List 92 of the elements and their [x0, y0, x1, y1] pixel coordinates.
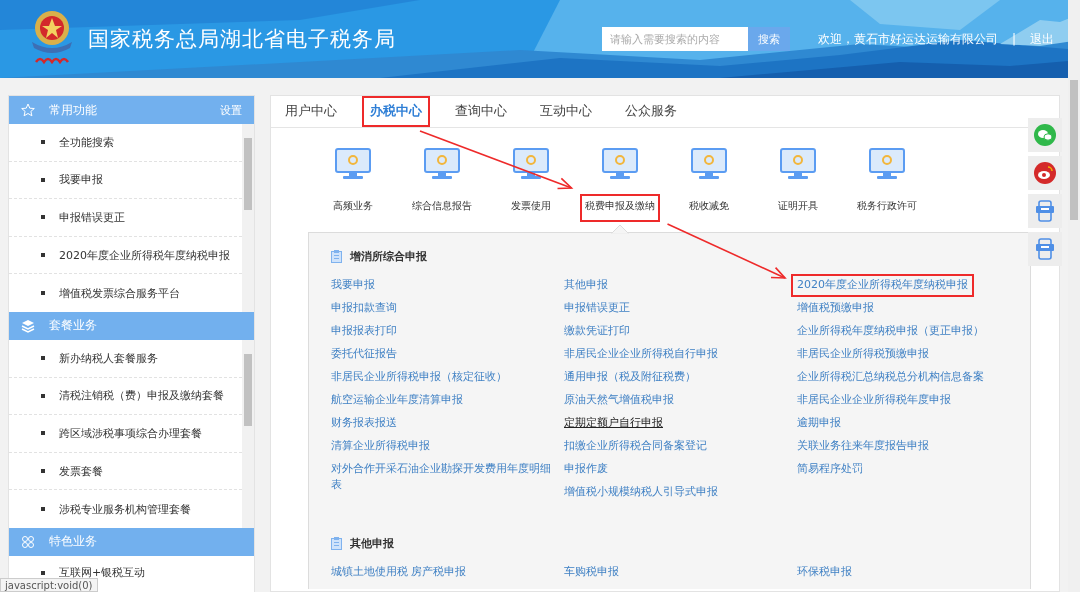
bullet-icon [41, 140, 45, 145]
tab[interactable]: 互动中心 [532, 96, 600, 127]
service-link[interactable]: 企业所得税年度纳税申报（更正申报） [797, 320, 984, 343]
weibo-button[interactable] [1028, 156, 1062, 190]
category-label[interactable]: 高频业务 [327, 194, 378, 222]
app-button[interactable] [1028, 194, 1062, 228]
service-link[interactable]: 企业所得税汇总纳税总分机构信息备案 [797, 366, 984, 389]
bullet-icon [41, 291, 45, 296]
category-label[interactable]: 综合信息报告 [406, 194, 477, 222]
bullet-icon [41, 215, 45, 220]
monitor-icon[interactable] [512, 148, 549, 180]
section-header[interactable]: 套餐业务 [9, 311, 254, 340]
category-label[interactable]: 税收减免 [683, 194, 734, 222]
service-link[interactable]: 财务报表报送 [331, 412, 397, 435]
weibo-icon [1034, 162, 1056, 184]
service-link[interactable]: 其他申报 [564, 274, 608, 297]
tab[interactable]: 办税中心 [362, 96, 430, 127]
tab[interactable]: 公众服务 [617, 96, 685, 127]
monitor-icon[interactable] [334, 148, 371, 180]
service-link[interactable]: 非居民企业企业所得税自行申报 [564, 343, 718, 366]
service-link[interactable]: 通用申报（税及附征税费） [564, 366, 696, 389]
service-link[interactable]: 简易程序处罚 [797, 458, 863, 481]
bullet-icon [41, 570, 45, 575]
scrollbar[interactable] [242, 339, 254, 528]
service-link[interactable]: 车购税申报 [564, 561, 619, 584]
grid-icon [21, 534, 35, 549]
settings-link[interactable]: 设置 [220, 102, 242, 118]
search-button[interactable]: 搜索 [747, 27, 790, 51]
service-link[interactable]: 原油天然气增值税申报 [564, 389, 674, 412]
service-link[interactable]: 扣缴企业所得税合同备案登记 [564, 435, 707, 458]
wechat-button[interactable] [1028, 118, 1062, 152]
service-link[interactable]: 非居民企业所得税申报（核定征收） [331, 366, 507, 389]
bullet-icon [41, 177, 45, 182]
service-link[interactable]: 清算企业所得税申报 [331, 435, 430, 458]
service-link[interactable]: 航空运输企业年度清算申报 [331, 389, 463, 412]
section-title: 套餐业务 [49, 317, 97, 335]
section-title: 常用功能 [49, 101, 97, 119]
service-link[interactable]: 我要申报 [331, 274, 375, 297]
separator: | [1011, 32, 1016, 46]
section-title: 特色业务 [49, 533, 97, 551]
service-link[interactable]: 增值税预缴申报 [797, 297, 874, 320]
service-link[interactable]: 逾期申报 [797, 412, 841, 435]
app-button[interactable] [1028, 232, 1062, 266]
category-label[interactable]: 税务行政许可 [851, 194, 922, 222]
service-link[interactable]: 关联业务往来年度报告申报 [797, 435, 929, 458]
layers-icon [21, 318, 35, 333]
wechat-icon [1034, 124, 1056, 146]
service-link[interactable]: 申报扣款查询 [331, 297, 397, 320]
section-header[interactable]: 特色业务 [9, 527, 254, 556]
service-link[interactable]: 对外合作开采石油企业勘探开发费用年度明细表 [331, 458, 557, 497]
service-link[interactable]: 增值税小规模纳税人引导式申报 [564, 481, 718, 504]
category-label[interactable]: 发票使用 [505, 194, 556, 222]
bullet-icon [41, 469, 45, 474]
monitor-icon[interactable] [779, 148, 816, 180]
site-title: 国家税务总局湖北省电子税务局 [88, 26, 397, 53]
group-title: 增消所综合申报 [350, 248, 427, 264]
service-link[interactable]: 委托代征报告 [331, 343, 397, 366]
service-link[interactable]: 非居民企业企业所得税年度申报 [797, 389, 951, 412]
search-field[interactable]: 请输入需要搜索的内容 [601, 27, 748, 51]
monitor-icon[interactable] [690, 148, 727, 180]
clipboard-icon [331, 536, 342, 550]
tab[interactable]: 查询中心 [447, 96, 515, 127]
service-link[interactable]: 申报作废 [564, 458, 608, 481]
monitor-icon[interactable] [601, 148, 638, 180]
category-label[interactable]: 证明开具 [772, 194, 823, 222]
service-link[interactable]: 非居民企业所得税预缴申报 [797, 343, 929, 366]
clipboard-icon [331, 249, 342, 263]
bullet-icon [41, 507, 45, 512]
monitor-icon[interactable] [868, 148, 905, 180]
service-link[interactable]: 城镇土地使用税 房产税申报 [331, 561, 467, 584]
bullet-icon [41, 393, 45, 398]
bullet-icon [41, 253, 45, 258]
service-link[interactable]: 定期定额户自行申报 [564, 412, 663, 435]
tab[interactable]: 用户中心 [277, 96, 345, 127]
bullet-icon [41, 356, 45, 361]
bullet-icon [41, 431, 45, 436]
service-link[interactable]: 2020年度企业所得税年度纳税申报 [791, 274, 974, 297]
service-link[interactable]: 申报报表打印 [331, 320, 397, 343]
category-label[interactable]: 税费申报及缴纳 [579, 194, 660, 222]
phone-icon [1034, 238, 1056, 260]
scrollbar[interactable] [242, 124, 254, 312]
monitor-icon[interactable] [423, 148, 460, 180]
service-link[interactable]: 申报错误更正 [564, 297, 630, 320]
phone-icon [1034, 200, 1056, 222]
sidebar-item[interactable]: 增值税发票综合服务平台 [9, 274, 242, 312]
star-icon [21, 103, 35, 117]
service-link[interactable]: 环保税申报 [797, 561, 852, 584]
group-title: 其他申报 [350, 535, 394, 551]
welcome-text: 欢迎，黄石市好运达运输有限公司 [817, 30, 998, 48]
service-link[interactable]: 缴款凭证打印 [564, 320, 630, 343]
section-header[interactable]: 常用功能 设置 [9, 96, 254, 124]
sidebar-item[interactable]: 涉税专业服务机构管理套餐 [9, 490, 242, 528]
